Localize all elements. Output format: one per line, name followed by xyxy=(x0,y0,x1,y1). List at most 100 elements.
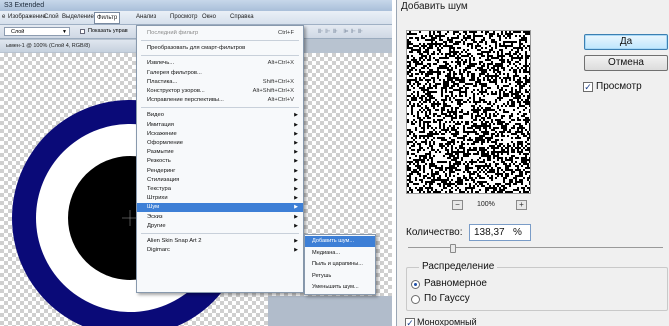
filter-menu-item[interactable]: Стилизация ▶ xyxy=(137,176,303,185)
menu-separator xyxy=(141,233,299,234)
dialog-title: Добавить шум xyxy=(401,1,468,12)
filter-menu-item-label: Видео xyxy=(147,112,164,119)
menu-item[interactable]: Фильтр xyxy=(94,12,121,24)
filter-menu-item-label: Стилизация xyxy=(147,176,180,183)
filter-menu-item[interactable]: Конструктор узоров... Alt+Shift+Ctrl+X xyxy=(137,87,303,96)
noise-submenu: Добавить шум... Медиана... Пыль и царапины… xyxy=(304,234,376,295)
uniform-label: Равномерное xyxy=(424,278,487,289)
filter-menu-item-label: Другие xyxy=(147,222,166,229)
filter-menu-item[interactable]: Эскиз ▶ xyxy=(137,213,303,222)
chevron-down-icon: ▼ xyxy=(62,29,67,35)
menu-item[interactable]: Просмотр xyxy=(170,14,197,20)
menu-item[interactable]: Окно xyxy=(202,14,216,20)
gaussian-label: По Гауссу xyxy=(424,293,470,304)
filter-menu-item-label: Эскиз xyxy=(147,213,163,220)
amount-unit: % xyxy=(513,227,522,238)
submenu-arrow-icon: ▶ xyxy=(294,167,298,174)
filter-menu-item[interactable]: Преобразовать для смарт-фильтров xyxy=(137,44,303,53)
filter-menu-item[interactable]: Alien Skin Snap Art 2 ▶ xyxy=(137,237,303,246)
align-icons[interactable]: ⊪⊩⊪ ⊫⊩⊪ xyxy=(318,28,365,35)
monochromatic-checkbox[interactable]: ✓ xyxy=(405,318,415,326)
menu-item[interactable]: Изображение xyxy=(8,14,46,20)
filter-menu-item[interactable]: Оформление ▶ xyxy=(137,139,303,148)
amount-slider-thumb[interactable] xyxy=(449,244,456,253)
filter-menu-item[interactable]: Штрихи ▶ xyxy=(137,194,303,203)
filter-menu-item[interactable]: Искажение ▶ xyxy=(137,130,303,139)
ok-button[interactable]: Да xyxy=(584,34,668,50)
filter-menu-item-label: Преобразовать для смарт-фильтров xyxy=(147,45,246,52)
menu-item[interactable]: Анализ xyxy=(136,14,156,20)
submenu-arrow-icon: ▶ xyxy=(294,186,298,192)
submenu-arrow-icon: ▶ xyxy=(294,213,298,220)
add-noise-dialog: Добавить шум − 100% + Да Отмена ✓ Просмо… xyxy=(396,0,669,326)
submenu-arrow-icon: ▶ xyxy=(294,176,298,183)
filter-menu-item-label: Alien Skin Snap Art 2 xyxy=(147,238,202,244)
filter-menu-item[interactable]: Шум ▶ xyxy=(137,203,303,213)
filter-menu-item-label: Штрихи xyxy=(147,195,168,202)
cancel-button[interactable]: Отмена xyxy=(584,55,668,71)
filter-menu-item-label: Извлечь... xyxy=(147,60,175,67)
submenu-arrow-icon: ▶ xyxy=(294,204,298,211)
submenu-arrow-icon: ▶ xyxy=(294,222,298,229)
window-title: S3 Extended xyxy=(0,0,392,11)
noise-preview[interactable] xyxy=(406,30,531,194)
filter-menu: Последний фильтр Ctrl+F Преобразовать для … xyxy=(136,25,304,293)
preview-checkbox[interactable]: ✓ xyxy=(583,82,593,92)
filter-menu-item-label: Оформление xyxy=(147,140,183,146)
filter-menu-item[interactable]: Исправление перспективы... Alt+Ctrl+V xyxy=(137,96,303,105)
auto-select-value: Слой xyxy=(11,29,25,35)
zoom-level: 100% xyxy=(477,201,495,208)
auto-select-dropdown[interactable]: Слой ▼ xyxy=(4,27,70,36)
amount-slider-track[interactable] xyxy=(408,247,663,248)
filter-menu-item-label: Рендеринг xyxy=(147,167,176,174)
filter-menu-item[interactable]: Галерея фильтров... xyxy=(137,69,303,78)
panel-area xyxy=(268,296,392,326)
filter-menu-item[interactable]: Текстура ▶ xyxy=(137,185,303,194)
filter-menu-item[interactable]: Другие ▶ xyxy=(137,222,303,231)
submenu-arrow-icon: ▶ xyxy=(294,121,298,128)
filter-menu-item-label: Digimarc xyxy=(147,247,170,254)
amount-label: Количество: xyxy=(406,227,463,238)
filter-menu-item[interactable]: Digimarc ▶ xyxy=(137,246,303,255)
filter-menu-item[interactable]: Извлечь... Alt+Ctrl+X xyxy=(137,59,303,68)
zoom-in-button[interactable]: + xyxy=(516,200,527,210)
filter-menu-item[interactable]: Размытие ▶ xyxy=(137,148,303,157)
submenu-arrow-icon: ▶ xyxy=(294,238,298,244)
filter-menu-item-label: Галерея фильтров... xyxy=(147,69,202,76)
menu-item[interactable]: Слой xyxy=(44,14,59,20)
noise-submenu-item[interactable]: Уменьшить шум... xyxy=(305,282,375,293)
filter-menu-item[interactable]: Видео ▶ xyxy=(137,111,303,120)
filter-menu-item-label: Конструктор узоров... xyxy=(147,88,205,94)
filter-menu-item[interactable]: Резкость ▶ xyxy=(137,157,303,166)
menu-separator xyxy=(141,40,299,42)
submenu-arrow-icon: ▶ xyxy=(294,158,298,165)
noise-submenu-item[interactable]: Медиана... xyxy=(305,248,375,259)
filter-menu-item-label: Размытие xyxy=(147,149,174,156)
filter-menu-item[interactable]: Рендеринг ▶ xyxy=(137,167,303,176)
gaussian-radio[interactable] xyxy=(411,295,420,304)
filter-menu-item-label: Пластика... xyxy=(147,78,178,85)
filter-menu-item[interactable]: Последний фильтр Ctrl+F xyxy=(137,29,303,38)
filter-menu-item-label: Имитация xyxy=(147,121,174,128)
uniform-radio[interactable] xyxy=(411,280,420,289)
filter-menu-item-label: Последний фильтр xyxy=(147,30,199,36)
menu-item[interactable]: е xyxy=(2,14,5,20)
submenu-arrow-icon: ▶ xyxy=(294,195,298,202)
noise-submenu-item[interactable]: Пыль и царапины... xyxy=(305,259,375,270)
filter-menu-item[interactable]: Пластика... Shift+Ctrl+X xyxy=(137,78,303,87)
show-controls-label: Показать управ xyxy=(88,28,128,34)
menu-separator xyxy=(141,107,299,109)
filter-menu-item-label: Исправление перспективы... xyxy=(147,97,224,104)
shortcut-label: Shift+Ctrl+X xyxy=(262,78,294,85)
show-controls-checkbox[interactable] xyxy=(80,29,85,34)
zoom-out-button[interactable]: − xyxy=(452,200,463,210)
submenu-arrow-icon: ▶ xyxy=(294,149,298,156)
noise-submenu-item[interactable]: Ретушь xyxy=(305,271,375,282)
photoshop-window: S3 Extended е Изображение Слой Выделение Фил… xyxy=(0,0,392,326)
menu-item[interactable]: Выделение xyxy=(62,14,94,20)
shortcut-label: Alt+Ctrl+V xyxy=(267,97,294,104)
submenu-arrow-icon: ▶ xyxy=(294,130,298,137)
menu-item[interactable]: Справка xyxy=(230,14,254,20)
filter-menu-item[interactable]: Имитация ▶ xyxy=(137,121,303,130)
noise-submenu-item[interactable]: Добавить шум... xyxy=(305,236,375,247)
